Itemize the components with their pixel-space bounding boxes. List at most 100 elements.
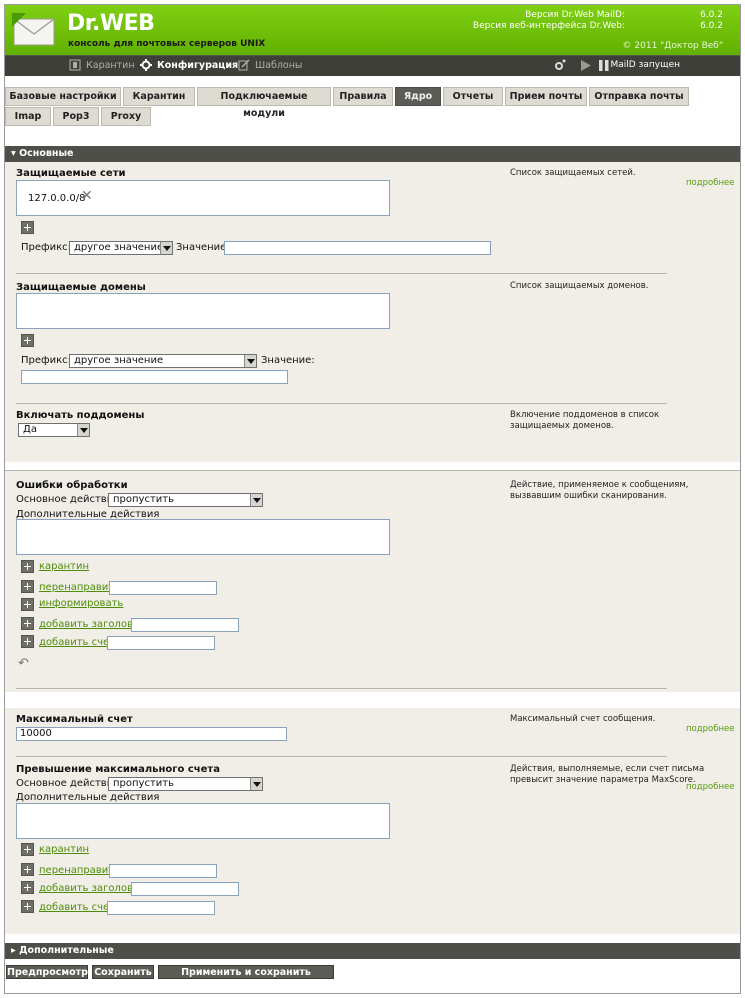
play-icon[interactable] [580,59,592,72]
mail-envelope-icon [12,13,55,46]
remove-icon[interactable]: ✕ [81,188,93,204]
add-quarantine-button[interactable] [21,843,34,856]
exceeded-redirect-input[interactable] [109,864,217,878]
tab-base-settings[interactable]: Базовые настройки [5,87,121,106]
max-score-input[interactable]: 10000 [16,727,287,741]
errors-header-input[interactable] [131,618,239,632]
settings-icon[interactable] [552,59,566,72]
chevron-down-icon [250,494,262,506]
header: Dr.WEB консоль для почтовых серверов UNI… [5,5,740,55]
max-score-title: Максимальный счет [16,714,133,725]
add-score-button[interactable] [21,635,34,648]
network-prefix-value: другое значение [74,242,164,253]
panel-max-score: Максимальный счет Максимальный счет сооб… [5,708,740,934]
nav-configuration[interactable]: Конфигурация [140,59,238,71]
preview-button[interactable]: Предпросмотр [6,965,88,979]
add-score-button[interactable] [21,900,34,913]
panel-processing-errors: Ошибки обработки Действие, применяемое к… [5,470,740,692]
version-label-maild: Версия Dr.Web MailD: [525,10,625,20]
tab-mail-send[interactable]: Отправка почты [589,87,689,106]
action-add-score-link[interactable]: добавить счет [39,637,115,648]
nav-templates[interactable]: Шаблоны [238,59,302,71]
tab-reports[interactable]: Отчеты [443,87,503,106]
score-exceeded-more-link[interactable]: подробнее [686,782,735,792]
exceeded-main-action-select[interactable]: пропустить [108,777,263,791]
network-value-input[interactable] [224,241,491,255]
tab-pop3[interactable]: Pop3 [53,107,99,126]
tab-imap[interactable]: Imap [5,107,51,126]
pause-icon[interactable] [598,59,610,72]
action-notify-link[interactable]: информировать [39,598,123,609]
protected-domains-description: Список защищаемых доменов. [510,281,649,291]
add-domain-button[interactable] [21,334,34,347]
section-additional-title: Дополнительные [19,945,114,956]
tab-plugins[interactable]: Подключаемые модули [197,87,331,119]
version-label-web: Версия веб-интерфейса Dr.Web: [472,21,625,31]
add-header-button[interactable] [21,617,34,630]
action-add-score-link[interactable]: добавить счет [39,902,115,913]
add-redirect-button[interactable] [21,863,34,876]
version-labels: Версия Dr.Web MailD: Версия веб-интерфей… [473,10,625,32]
top-nav: Карантин Конфигурация Шаблоны MailD запу… [5,55,740,76]
product-subtitle: консоль для почтовых серверов UNIX [68,39,266,49]
tab-core[interactable]: Ядро [395,87,441,106]
protected-networks-title: Защищаемые сети [16,168,126,179]
exceeded-main-action-value: пропустить [113,778,175,789]
action-quarantine-link[interactable]: карантин [39,561,89,572]
include-subdomains-value: Да [23,424,37,435]
add-network-button[interactable] [21,221,34,234]
apply-save-button[interactable]: Применить и сохранить изменения [158,965,334,991]
processing-errors-description: Действие, применяемое к сообщениям, вызв… [510,480,689,501]
panel-basic: Защищаемые сети Список защищаемых сетей.… [5,162,740,462]
tab-rules[interactable]: Правила [333,87,393,106]
protected-networks-list: 127.0.0.0/8 ✕ [16,180,390,216]
exceeded-extra-actions-list [16,803,390,839]
version-values: 6.0.2 6.0.2 [700,10,723,32]
score-exceeded-title: Превышение максимального счета [16,764,220,775]
section-basic-header[interactable]: ▾ Основные [5,146,740,162]
add-header-button[interactable] [21,881,34,894]
undo-icon[interactable]: ↶ [18,656,29,671]
divider [5,470,740,471]
exceeded-main-action-label: Основное действие [16,778,120,789]
chevron-down-icon [244,355,256,367]
save-button[interactable]: Сохранить [92,965,154,979]
domain-prefix-select[interactable]: другое значение [69,354,257,368]
tab-mail-receive[interactable]: Прием почты [505,87,587,106]
action-add-header-link[interactable]: добавить заголовок [39,619,145,630]
exceeded-score-input[interactable] [107,901,215,915]
add-quarantine-button[interactable] [21,560,34,573]
action-redirect-link[interactable]: перенаправить [39,582,120,593]
section-additional-header[interactable]: ▸ Дополнительные [5,943,740,959]
add-redirect-button[interactable] [21,580,34,593]
network-value-label: Значение: [176,242,230,253]
tab-proxy[interactable]: Proxy [101,107,151,126]
exceeded-header-input[interactable] [131,882,239,896]
service-status: MailD запущен [610,60,680,70]
domain-prefix-label: Префикс: [21,355,71,366]
protected-networks-more-link[interactable]: подробнее [686,178,735,188]
nav-configuration-label: Конфигурация [157,59,239,71]
errors-score-input[interactable] [107,636,215,650]
expand-right-icon: ▸ [11,945,20,956]
errors-redirect-input[interactable] [109,581,217,595]
nav-quarantine[interactable]: Карантин [69,59,135,71]
max-score-description: Максимальный счет сообщения. [510,714,656,724]
action-add-header-link[interactable]: добавить заголовок [39,883,145,894]
action-quarantine-link[interactable]: карантин [39,844,89,855]
divider [16,403,667,404]
max-score-more-link[interactable]: подробнее [686,724,735,734]
tab-quarantine[interactable]: Карантин [123,87,195,106]
protected-domains-list [16,293,390,329]
edit-icon [238,59,250,71]
action-redirect-link[interactable]: перенаправить [39,865,120,876]
nav-templates-label: Шаблоны [255,59,303,71]
domain-value-input[interactable] [21,370,288,384]
network-prefix-select[interactable]: другое значение [69,241,173,255]
network-item: 127.0.0.0/8 [28,193,86,204]
errors-main-action-label: Основное действие [16,494,120,505]
include-subdomains-select[interactable]: Да [18,423,90,437]
add-notify-button[interactable] [21,598,34,611]
chevron-down-icon [77,424,89,436]
errors-main-action-select[interactable]: пропустить [108,493,263,507]
